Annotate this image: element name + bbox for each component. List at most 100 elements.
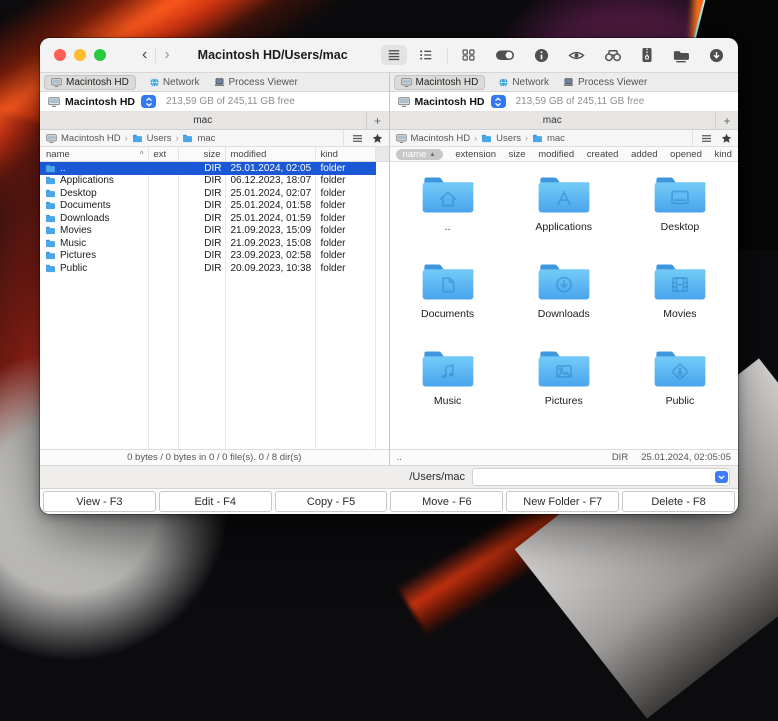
grid-item-downloads[interactable]: Downloads	[506, 261, 622, 348]
volume-tab-macintosh-hd[interactable]: Macintosh HD	[44, 75, 136, 90]
file-row-movies[interactable]: Movies DIR 21.09.2023, 15:09 folder	[40, 225, 389, 238]
volume-tab-label: Macintosh HD	[416, 77, 479, 88]
archive-icon[interactable]	[641, 47, 653, 63]
delete-f8-button[interactable]: Delete - F8	[622, 491, 735, 512]
breadcrumb-users[interactable]: Users	[496, 133, 521, 144]
column-header-added[interactable]: added	[631, 149, 657, 160]
volume-tab-network[interactable]: Network	[499, 77, 549, 88]
breadcrumb-users[interactable]: Users	[147, 133, 172, 144]
network-share-icon[interactable]	[672, 48, 690, 63]
file-row-downloads[interactable]: Downloads DIR 25.01.2024, 01:59 folder	[40, 212, 389, 225]
column-header-ext[interactable]: ext	[149, 147, 179, 161]
column-header-size[interactable]: size	[509, 149, 526, 160]
left-volume-tabs: Macintosh HD Network Process Viewer	[40, 73, 389, 92]
favorite-star-icon[interactable]	[372, 133, 383, 144]
file-row-applications[interactable]: Applications DIR 06.12.2023, 18:07 folde…	[40, 175, 389, 188]
view-f3-button[interactable]: View - F3	[43, 491, 156, 512]
column-header-kind[interactable]: kind	[316, 147, 376, 161]
breadcrumb-root[interactable]: Macintosh HD	[61, 133, 121, 144]
edit-f4-button[interactable]: Edit - F4	[159, 491, 272, 512]
folder-tab-mac[interactable]: mac	[390, 112, 716, 129]
breadcrumb-root[interactable]: Macintosh HD	[411, 133, 471, 144]
file-row-music[interactable]: Music DIR 21.09.2023, 15:08 folder	[40, 237, 389, 250]
toggle-icon[interactable]	[495, 48, 515, 62]
favorite-star-icon[interactable]	[721, 133, 732, 144]
public-folder-icon	[652, 348, 708, 390]
file-row-parent[interactable]: .. DIR 25.01.2024, 02:05 folder	[40, 162, 389, 175]
breadcrumb-current[interactable]: mac	[197, 133, 215, 144]
folder-icon	[45, 176, 56, 185]
column-list-view-icon[interactable]	[418, 48, 434, 62]
file-row-pictures[interactable]: Pictures DIR 23.09.2023, 02:58 folder	[40, 250, 389, 263]
file-row-desktop[interactable]: Desktop DIR 25.01.2024, 02:07 folder	[40, 187, 389, 200]
function-button-bar: View - F3 Edit - F4 Copy - F5 Move - F6 …	[40, 489, 738, 514]
globe-icon	[150, 78, 159, 87]
column-header-extension[interactable]: extension	[455, 149, 496, 160]
zoom-traffic-light[interactable]	[94, 49, 106, 61]
close-traffic-light[interactable]	[54, 49, 66, 61]
minimize-traffic-light[interactable]	[74, 49, 86, 61]
download-icon[interactable]	[709, 48, 724, 63]
left-pane: Macintosh HD Network Process Viewer Maci…	[40, 73, 389, 465]
column-header-size[interactable]: size	[179, 147, 226, 161]
file-row-public[interactable]: Public DIR 20.09.2023, 10:38 folder	[40, 262, 389, 275]
column-header-opened[interactable]: opened	[670, 149, 702, 160]
column-header-kind[interactable]: kind	[715, 149, 732, 160]
column-header-modified[interactable]: modified	[226, 147, 316, 161]
preview-eye-icon[interactable]	[568, 49, 585, 62]
grid-item-applications[interactable]: Applications	[506, 174, 622, 261]
column-header-name[interactable]: name▲	[396, 149, 443, 160]
new-tab-button[interactable]: +	[366, 112, 389, 129]
menu-icon[interactable]	[352, 134, 363, 143]
right-status-bar: .. DIR 25.01.2024, 02:05:05	[390, 449, 739, 465]
new-folder-f7-button[interactable]: New Folder - F7	[506, 491, 619, 512]
folder-icon	[132, 134, 143, 143]
grid-item-parent[interactable]: ..	[390, 174, 506, 261]
volume-tab-network[interactable]: Network	[150, 77, 200, 88]
column-header-created[interactable]: created	[587, 149, 619, 160]
info-icon[interactable]	[534, 48, 549, 63]
copy-f5-button[interactable]: Copy - F5	[275, 491, 388, 512]
forward-button[interactable]: ›	[156, 47, 177, 63]
left-path-bar: Macintosh HD › Users › mac	[40, 130, 389, 147]
file-row-documents[interactable]: Documents DIR 25.01.2024, 01:58 folder	[40, 200, 389, 213]
grid-item-documents[interactable]: Documents	[390, 261, 506, 348]
grid-item-music[interactable]: Music	[390, 348, 506, 435]
column-header-modified[interactable]: modified	[538, 149, 574, 160]
grid-item-desktop[interactable]: Desktop	[622, 174, 738, 261]
computer-icon	[51, 78, 62, 87]
folder-tab-mac[interactable]: mac	[40, 112, 366, 129]
grid-item-label: Desktop	[661, 221, 700, 233]
downloads-folder-icon	[536, 261, 592, 303]
search-binoculars-icon[interactable]	[604, 48, 622, 62]
grid-item-public[interactable]: Public	[622, 348, 738, 435]
grid-item-movies[interactable]: Movies	[622, 261, 738, 348]
drive-selector-stepper[interactable]	[491, 95, 506, 108]
volume-tab-process-viewer[interactable]: Process Viewer	[563, 77, 647, 88]
breadcrumb-current[interactable]: mac	[547, 133, 565, 144]
new-tab-button[interactable]: +	[715, 112, 738, 129]
volume-tab-macintosh-hd[interactable]: Macintosh HD	[394, 75, 486, 90]
selected-item-name: ..	[397, 452, 402, 463]
computer-icon	[46, 134, 57, 143]
volume-tab-label: Process Viewer	[578, 77, 647, 88]
move-f6-button[interactable]: Move - F6	[390, 491, 503, 512]
grid-item-label: Documents	[421, 308, 474, 320]
volume-tab-label: Network	[512, 77, 549, 88]
grid-item-pictures[interactable]: Pictures	[506, 348, 622, 435]
grid-item-label: Pictures	[545, 395, 583, 407]
command-history-button[interactable]	[715, 471, 728, 483]
grid-view-icon[interactable]	[461, 48, 476, 62]
window-title: Macintosh HD/Users/mac	[198, 48, 348, 62]
computer-icon	[48, 97, 60, 107]
column-header-name[interactable]: name^	[40, 147, 149, 161]
folder-icon	[45, 189, 56, 198]
volume-tab-process-viewer[interactable]: Process Viewer	[214, 77, 298, 88]
list-view-icon[interactable]	[381, 45, 407, 65]
menu-icon[interactable]	[701, 134, 712, 143]
command-input[interactable]	[473, 469, 715, 485]
back-button[interactable]: ‹	[134, 47, 155, 63]
toolbar	[381, 45, 724, 65]
documents-folder-icon	[420, 261, 476, 303]
drive-selector-stepper[interactable]	[141, 95, 156, 108]
